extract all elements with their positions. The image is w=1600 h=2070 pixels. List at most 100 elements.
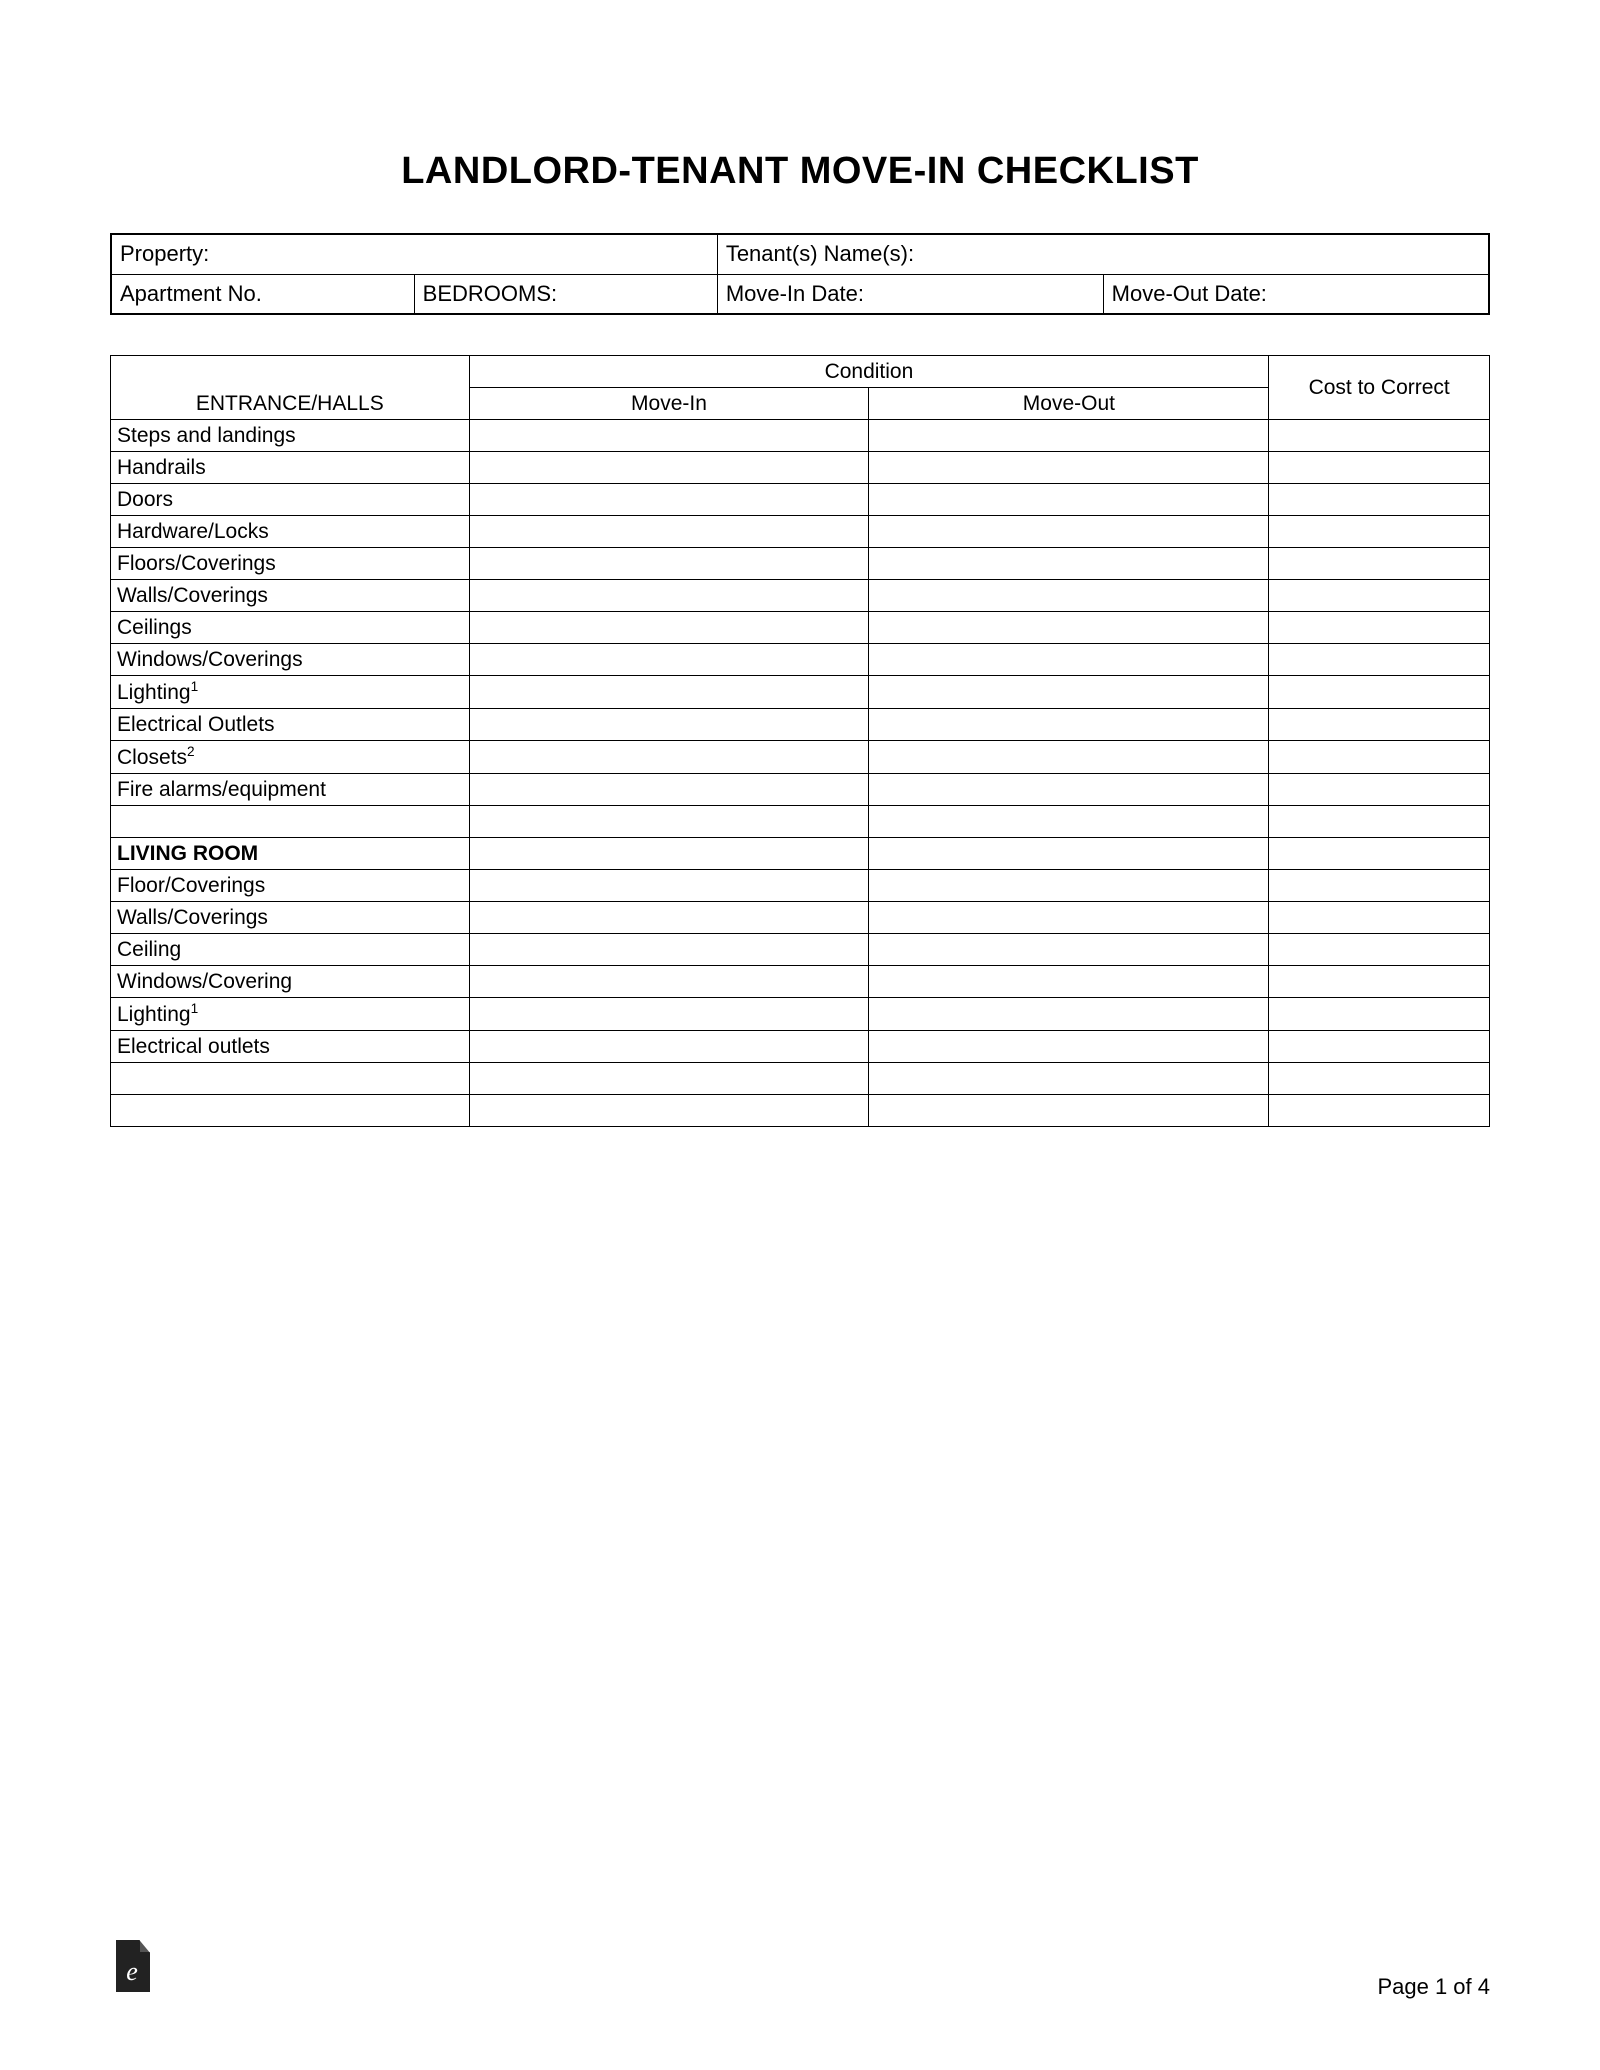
item-label: Steps and landings: [111, 420, 470, 452]
item-label: Electrical outlets: [111, 1031, 470, 1063]
movein-cell[interactable]: [469, 516, 869, 548]
section-header-cell: [869, 838, 1269, 870]
moveout-cell[interactable]: [869, 709, 1269, 741]
moveout-cell[interactable]: [869, 870, 1269, 902]
movein-cell[interactable]: [469, 966, 869, 998]
moveout-date-field[interactable]: Move-Out Date:: [1103, 274, 1489, 314]
item-label: Ceilings: [111, 612, 470, 644]
page-number: Page 1 of 4: [1377, 1974, 1490, 2000]
cost-cell[interactable]: [1269, 420, 1490, 452]
cost-cell[interactable]: [1269, 934, 1490, 966]
moveout-cell[interactable]: [869, 612, 1269, 644]
moveout-cell[interactable]: [869, 484, 1269, 516]
moveout-cell[interactable]: [869, 676, 1269, 709]
moveout-cell[interactable]: [869, 516, 1269, 548]
cost-cell[interactable]: [1269, 580, 1490, 612]
cost-cell[interactable]: [1269, 709, 1490, 741]
cost-cell[interactable]: [1269, 774, 1490, 806]
moveout-cell[interactable]: [869, 998, 1269, 1031]
movein-cell[interactable]: [469, 484, 869, 516]
cost-cell[interactable]: [1269, 612, 1490, 644]
movein-cell[interactable]: [469, 741, 869, 774]
section-header: LIVING ROOM: [111, 838, 470, 870]
property-field[interactable]: Property:: [111, 234, 717, 274]
blank-cell[interactable]: [111, 1063, 470, 1095]
movein-cell[interactable]: [469, 709, 869, 741]
condition-header: Condition: [469, 356, 1269, 388]
movein-cell[interactable]: [469, 902, 869, 934]
moveout-cell[interactable]: [869, 644, 1269, 676]
movein-cell[interactable]: [469, 580, 869, 612]
cost-cell[interactable]: [1269, 998, 1490, 1031]
moveout-cell[interactable]: [869, 934, 1269, 966]
movein-cell[interactable]: [469, 774, 869, 806]
blank-cell[interactable]: [869, 1063, 1269, 1095]
blank-cell[interactable]: [869, 1095, 1269, 1127]
cost-cell[interactable]: [1269, 452, 1490, 484]
item-label: Hardware/Locks: [111, 516, 470, 548]
moveout-cell[interactable]: [869, 774, 1269, 806]
bedrooms-field[interactable]: BEDROOMS:: [414, 274, 717, 314]
item-label: Windows/Coverings: [111, 644, 470, 676]
item-label: Handrails: [111, 452, 470, 484]
item-label: Closets2: [111, 741, 470, 774]
moveout-cell[interactable]: [869, 902, 1269, 934]
moveout-cell[interactable]: [869, 1031, 1269, 1063]
moveout-cell[interactable]: [869, 420, 1269, 452]
apartment-field[interactable]: Apartment No.: [111, 274, 414, 314]
item-label: Ceiling: [111, 934, 470, 966]
header-info-table: Property: Tenant(s) Name(s): Apartment N…: [110, 233, 1490, 315]
cost-cell[interactable]: [1269, 1031, 1490, 1063]
moveout-cell[interactable]: [869, 452, 1269, 484]
section-header-cell: [469, 838, 869, 870]
movein-cell[interactable]: [469, 998, 869, 1031]
blank-cell[interactable]: [111, 806, 470, 838]
cost-cell[interactable]: [1269, 741, 1490, 774]
page-footer: e Page 1 of 4: [110, 1938, 1490, 2000]
moveout-cell[interactable]: [869, 966, 1269, 998]
movein-cell[interactable]: [469, 1031, 869, 1063]
item-label: Windows/Covering: [111, 966, 470, 998]
blank-cell[interactable]: [111, 1095, 470, 1127]
item-label: Walls/Coverings: [111, 580, 470, 612]
cost-cell[interactable]: [1269, 548, 1490, 580]
cost-cell[interactable]: [1269, 676, 1490, 709]
movein-cell[interactable]: [469, 934, 869, 966]
movein-cell[interactable]: [469, 644, 869, 676]
cost-header: Cost to Correct: [1269, 356, 1490, 420]
item-label: Fire alarms/equipment: [111, 774, 470, 806]
cost-cell[interactable]: [1269, 644, 1490, 676]
svg-text:e: e: [126, 1957, 138, 1986]
item-label: Doors: [111, 484, 470, 516]
movein-header: Move-In: [469, 388, 869, 420]
item-label: Lighting1: [111, 676, 470, 709]
moveout-cell[interactable]: [869, 741, 1269, 774]
cost-cell[interactable]: [1269, 516, 1490, 548]
blank-cell[interactable]: [469, 1095, 869, 1127]
blank-cell[interactable]: [1269, 806, 1490, 838]
item-label: Electrical Outlets: [111, 709, 470, 741]
movein-cell[interactable]: [469, 870, 869, 902]
item-label: Floors/Coverings: [111, 548, 470, 580]
cost-cell[interactable]: [1269, 484, 1490, 516]
tenants-field[interactable]: Tenant(s) Name(s):: [717, 234, 1489, 274]
moveout-cell[interactable]: [869, 548, 1269, 580]
blank-cell[interactable]: [869, 806, 1269, 838]
movein-cell[interactable]: [469, 612, 869, 644]
checklist-table: ENTRANCE/HALLS Condition Cost to Correct…: [110, 355, 1490, 1127]
movein-cell[interactable]: [469, 420, 869, 452]
blank-cell[interactable]: [469, 806, 869, 838]
movein-cell[interactable]: [469, 452, 869, 484]
cost-cell[interactable]: [1269, 902, 1490, 934]
blank-cell[interactable]: [469, 1063, 869, 1095]
item-label: Lighting1: [111, 998, 470, 1031]
blank-cell[interactable]: [1269, 1095, 1490, 1127]
cost-cell[interactable]: [1269, 966, 1490, 998]
blank-cell[interactable]: [1269, 1063, 1490, 1095]
item-label: Floor/Coverings: [111, 870, 470, 902]
cost-cell[interactable]: [1269, 870, 1490, 902]
moveout-cell[interactable]: [869, 580, 1269, 612]
movein-cell[interactable]: [469, 676, 869, 709]
movein-cell[interactable]: [469, 548, 869, 580]
movein-date-field[interactable]: Move-In Date:: [717, 274, 1103, 314]
